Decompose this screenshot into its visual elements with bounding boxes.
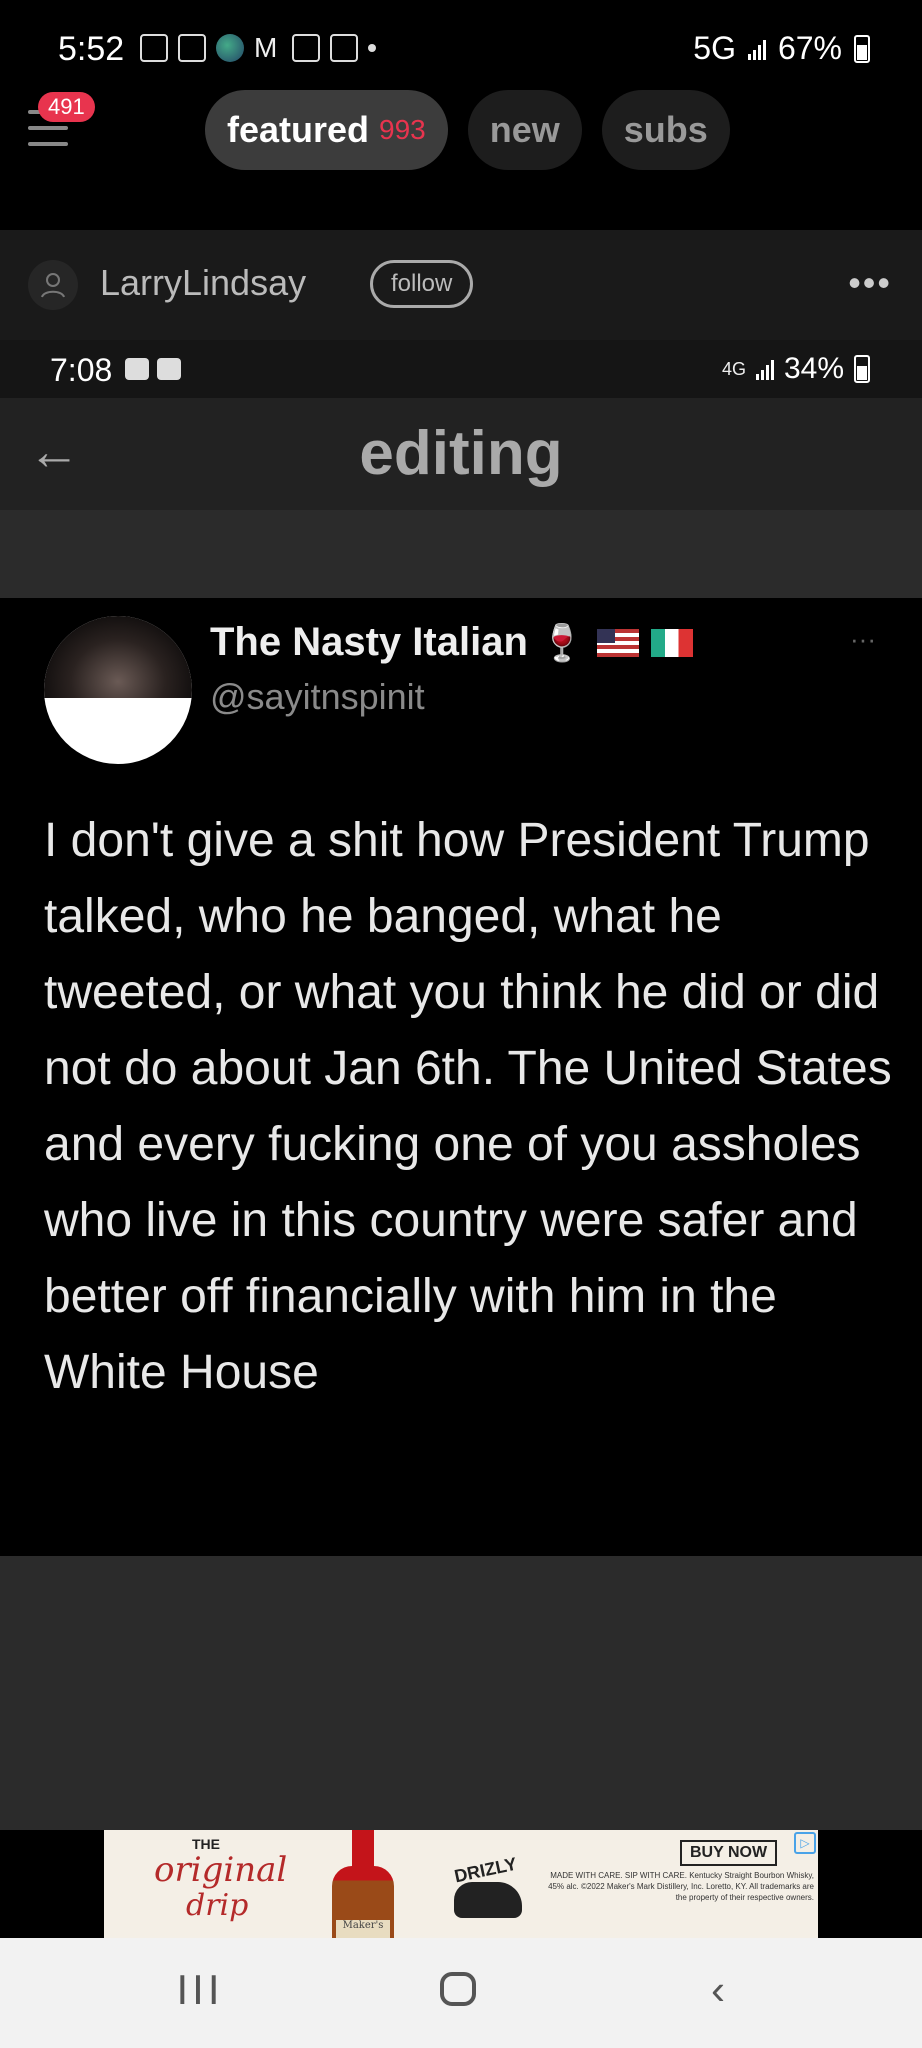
embedded-signal-icon bbox=[755, 358, 774, 380]
tweet-author-row: The Nasty Italian 🍷 bbox=[210, 620, 693, 665]
embedded-status-bar: 7:08 4G 34% bbox=[0, 340, 922, 398]
back-button[interactable]: ‹ bbox=[688, 1966, 748, 2016]
tab-new[interactable]: new bbox=[467, 90, 582, 170]
home-button[interactable] bbox=[428, 1966, 488, 2016]
embedded-battery-percent: 34% bbox=[783, 352, 844, 385]
more-notifications-dot-icon bbox=[368, 44, 376, 52]
recents-button[interactable]: III bbox=[170, 1966, 230, 2016]
tweet-card: The Nasty Italian 🍷 @sayitnspinit ··· I … bbox=[0, 598, 922, 1556]
embedded-notification-icons bbox=[125, 358, 181, 380]
network-type: 5G bbox=[693, 30, 736, 66]
embedded-battery-icon bbox=[854, 355, 870, 383]
edit-bar: ← editing bbox=[0, 398, 922, 510]
status-right: 5G 67% bbox=[693, 30, 870, 67]
tab-subs[interactable]: subs bbox=[601, 90, 730, 170]
news-icon bbox=[292, 34, 320, 62]
home-icon bbox=[440, 1972, 476, 2006]
post-header: LarryLindsay follow ••• bbox=[0, 230, 922, 340]
post-author[interactable]: LarryLindsay bbox=[100, 262, 306, 304]
wine-glass-icon: 🍷 bbox=[539, 621, 585, 663]
app-icon bbox=[330, 34, 358, 62]
status-bar: 5:52 M 5G 67% bbox=[0, 0, 922, 100]
signal-icon bbox=[747, 38, 766, 60]
buy-now-button[interactable]: BUY NOW bbox=[680, 1840, 778, 1866]
nfl-icon bbox=[178, 34, 206, 62]
image-icon bbox=[157, 358, 181, 380]
italy-flag-icon bbox=[650, 628, 693, 657]
tab-featured-label: featured bbox=[227, 109, 370, 150]
tweet-more-icon: ··· bbox=[850, 624, 876, 654]
tweet-avatar bbox=[44, 616, 192, 764]
bottle-label: Maker's bbox=[336, 1920, 390, 1938]
embedded-time: 7:08 bbox=[50, 352, 113, 388]
bear-logo-icon bbox=[454, 1882, 522, 1918]
post-more-icon[interactable]: ••• bbox=[848, 262, 892, 304]
follow-button[interactable]: follow bbox=[370, 260, 474, 308]
battery-percent: 67% bbox=[777, 30, 842, 66]
post-image[interactable]: 7:08 4G 34% ← editing The Nasty Italian … bbox=[0, 340, 922, 1830]
notification-badge: 491 bbox=[38, 92, 95, 122]
ad-banner[interactable]: THE original drip Maker's DRIZLY BUY NOW… bbox=[104, 1830, 818, 1938]
tab-subs-label: subs bbox=[623, 109, 708, 150]
tab-featured[interactable]: featured 993 bbox=[205, 90, 448, 170]
embedded-network: 4G bbox=[721, 358, 746, 379]
embedded-status-right: 4G 34% bbox=[722, 352, 870, 386]
tweet-author-name: The Nasty Italian bbox=[210, 620, 528, 664]
gmail-icon: M bbox=[254, 32, 278, 63]
us-flag-icon bbox=[596, 628, 639, 657]
app-screen: 5:52 M 5G 67% 491 featured 993 new subs … bbox=[0, 0, 922, 2048]
ad-line-3: drip bbox=[186, 1888, 249, 1923]
app-notification-icon bbox=[140, 34, 168, 62]
tweet-handle: @sayitnspinit bbox=[210, 676, 425, 717]
spacer-bottom bbox=[0, 1556, 922, 1830]
bourbon-bottle-icon: Maker's bbox=[326, 1830, 400, 1938]
notification-icons: M bbox=[140, 34, 376, 62]
adchoices-icon[interactable]: ▷ bbox=[794, 1832, 816, 1854]
globe-icon bbox=[216, 34, 244, 62]
battery-icon bbox=[854, 34, 870, 63]
edit-title: editing bbox=[359, 419, 563, 488]
spacer bbox=[0, 510, 922, 598]
status-time: 5:52 bbox=[58, 30, 125, 68]
user-icon[interactable] bbox=[28, 260, 78, 310]
feed-tabs: featured 993 new subs bbox=[205, 90, 730, 170]
message-icon bbox=[125, 358, 149, 380]
tab-featured-count: 993 bbox=[379, 114, 426, 145]
top-nav: 491 featured 993 new subs bbox=[0, 90, 922, 275]
ad-line-2: original bbox=[154, 1850, 288, 1890]
tab-new-label: new bbox=[489, 109, 560, 150]
ad-fine-print: MADE WITH CARE. SIP WITH CARE. Kentucky … bbox=[548, 1871, 814, 1902]
system-nav-bar: III ‹ bbox=[0, 1938, 922, 2048]
tweet-text: I don't give a shit how President Trump … bbox=[44, 814, 892, 1399]
